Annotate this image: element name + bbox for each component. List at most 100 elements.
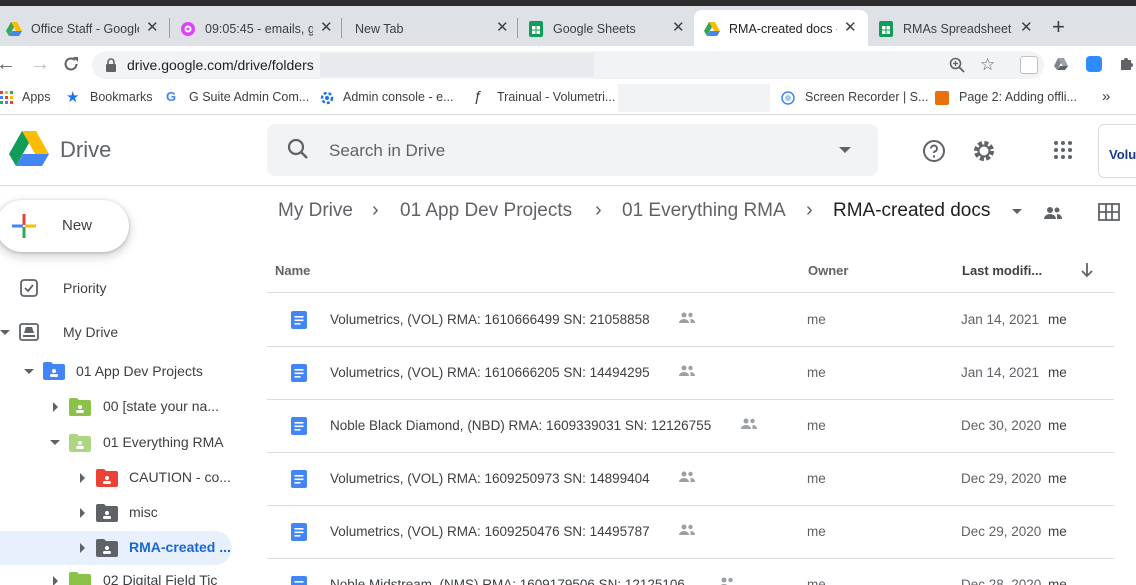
puzzle-icon[interactable] xyxy=(1118,56,1134,72)
browser-tab-active[interactable]: RMA-created docs - ✕ xyxy=(694,10,868,46)
file-row[interactable]: Volumetrics, (VOL) RMA: 1609250973 SN: 1… xyxy=(267,452,1114,506)
column-owner[interactable]: Owner xyxy=(808,263,848,278)
shared-folder-icon xyxy=(96,504,118,522)
tree-item-label: 00 [state your na... xyxy=(103,398,219,414)
file-modified-date: Dec 28, 2020 xyxy=(961,577,1042,585)
apps-grid-icon xyxy=(0,91,13,104)
breadcrumb-my-drive[interactable]: My Drive xyxy=(278,200,353,222)
expand-arrow-icon[interactable] xyxy=(53,402,58,412)
file-row[interactable]: Volumetrics, (VOL) RMA: 1610666499 SN: 2… xyxy=(267,293,1114,347)
file-row[interactable]: Noble Black Diamond, (NBD) RMA: 16093390… xyxy=(267,399,1114,453)
close-tab-icon[interactable]: ✕ xyxy=(672,19,685,37)
google-apps-icon[interactable] xyxy=(1054,141,1072,159)
bookmarks-overflow[interactable]: » xyxy=(1102,88,1110,105)
settings-gear-icon[interactable] xyxy=(971,138,997,164)
zoom-extension-icon[interactable] xyxy=(1086,56,1102,72)
tree-item[interactable]: 01 Everything RMA xyxy=(0,428,240,458)
new-button-label: New xyxy=(62,217,93,234)
shared-people-icon xyxy=(679,471,695,482)
omnibox[interactable]: drive.google.com/drive/folders ☆ xyxy=(92,51,1044,79)
sort-arrow-icon[interactable] xyxy=(1080,262,1094,278)
drive-title[interactable]: Drive xyxy=(60,137,111,163)
collapse-arrow-icon[interactable] xyxy=(0,330,10,335)
tree-item[interactable]: misc xyxy=(0,498,240,528)
organization-logo[interactable]: Volu xyxy=(1098,124,1136,178)
close-tab-icon[interactable]: ✕ xyxy=(320,19,333,37)
browser-tab[interactable]: RMAs Spreadsheet - ✕ xyxy=(868,10,1042,46)
tree-item[interactable]: 01 App Dev Projects xyxy=(0,357,240,387)
back-icon[interactable]: ← xyxy=(0,53,16,75)
collapse-arrow-icon[interactable] xyxy=(50,440,60,445)
sidebar-item-my-drive[interactable]: My Drive xyxy=(0,318,240,348)
close-tab-icon[interactable]: ✕ xyxy=(146,19,159,37)
bookmark-screen-recorder[interactable]: Screen Recorder | S... xyxy=(805,90,928,104)
breadcrumb-app-dev-projects[interactable]: 01 App Dev Projects xyxy=(400,200,572,222)
my-drive-icon xyxy=(19,323,39,341)
browser-tab[interactable]: Office Staff - Google ✕ xyxy=(0,10,170,46)
grid-view-icon[interactable] xyxy=(1098,203,1120,221)
bookmark-redacted xyxy=(618,84,770,112)
tree-item-selected[interactable]: RMA-created ... xyxy=(0,533,240,563)
shared-folder-icon xyxy=(96,539,118,557)
search-input[interactable]: Search in Drive xyxy=(329,141,445,161)
bookmark-bookmarks[interactable]: Bookmarks xyxy=(90,90,153,104)
drive-extension-icon[interactable] xyxy=(1053,56,1069,72)
google-doc-icon xyxy=(291,417,307,435)
column-name[interactable]: Name xyxy=(275,263,310,278)
forward-icon[interactable]: → xyxy=(30,53,50,75)
bookmark-apps[interactable]: Apps xyxy=(22,90,51,104)
search-bar[interactable]: Search in Drive xyxy=(267,124,878,176)
sidebar-item-priority[interactable]: Priority xyxy=(0,274,240,304)
tree-item[interactable]: CAUTION - co... xyxy=(0,463,240,493)
bookmark-gsuite-admin[interactable]: G Suite Admin Com... xyxy=(189,90,309,104)
help-icon[interactable] xyxy=(922,139,946,163)
expand-arrow-icon[interactable] xyxy=(80,543,85,553)
bookmark-page-2[interactable]: Page 2: Adding offli... xyxy=(959,90,1077,104)
file-row[interactable]: Noble Midstream, (NMS) RMA: 1609179506 S… xyxy=(267,558,1114,585)
screen-recorder-icon xyxy=(781,91,795,105)
sidebar-item-label: Priority xyxy=(63,280,107,296)
close-tab-icon[interactable]: ✕ xyxy=(496,19,509,37)
folder-menu-caret-icon[interactable] xyxy=(1012,209,1022,214)
expand-arrow-icon[interactable] xyxy=(80,508,85,518)
browser-tab[interactable]: 09:05:45 - emails, go ✕ xyxy=(170,10,342,46)
expand-arrow-icon[interactable] xyxy=(53,576,58,585)
star-icon: ★ xyxy=(66,89,80,106)
column-last-modified[interactable]: Last modifi... xyxy=(962,263,1042,278)
file-row[interactable]: Volumetrics, (VOL) RMA: 1610666205 SN: 1… xyxy=(267,346,1114,400)
drive-icon xyxy=(6,22,22,36)
bookmark-admin-console[interactable]: Admin console - e... xyxy=(343,90,453,104)
new-tab-icon[interactable]: + xyxy=(1052,15,1065,39)
url-text: drive.google.com/drive/folders xyxy=(127,57,314,73)
browser-tab[interactable]: Google Sheets ✕ xyxy=(518,10,694,46)
tree-item[interactable]: 00 [state your na... xyxy=(0,392,240,422)
close-tab-icon[interactable]: ✕ xyxy=(844,19,857,37)
timer-icon xyxy=(181,22,195,36)
close-tab-icon[interactable]: ✕ xyxy=(1020,19,1033,37)
breadcrumb-everything-rma[interactable]: 01 Everything RMA xyxy=(622,200,786,222)
file-modified-by: me xyxy=(1048,312,1067,327)
drive-logo-icon[interactable] xyxy=(9,131,49,167)
tab-title: Google Sheets xyxy=(553,22,636,36)
file-name: Volumetrics, (VOL) RMA: 1610666499 SN: 2… xyxy=(330,312,650,327)
window-top-band xyxy=(0,0,1136,6)
expand-arrow-icon[interactable] xyxy=(80,473,85,483)
browser-tab[interactable]: New Tab ✕ xyxy=(342,10,518,46)
bookmark-star-icon[interactable]: ☆ xyxy=(980,55,995,75)
search-icon[interactable] xyxy=(287,138,309,160)
google-doc-icon xyxy=(291,523,307,541)
collapse-arrow-icon[interactable] xyxy=(24,369,34,374)
shared-people-icon xyxy=(679,365,695,376)
search-options-icon[interactable] xyxy=(839,147,851,153)
tree-item[interactable]: 02 Digital Field Tic xyxy=(0,566,240,585)
url-redacted xyxy=(320,53,594,77)
file-row[interactable]: Volumetrics, (VOL) RMA: 1609250476 SN: 1… xyxy=(267,505,1114,559)
zoom-icon[interactable] xyxy=(949,57,965,73)
bookmark-trainual[interactable]: Trainual - Volumetri... xyxy=(497,90,615,104)
reload-icon[interactable] xyxy=(62,55,80,73)
extension-icon[interactable] xyxy=(1020,56,1038,74)
new-button[interactable]: New xyxy=(0,200,129,252)
file-name: Noble Midstream, (NMS) RMA: 1609179506 S… xyxy=(330,577,685,585)
shared-people-icon[interactable] xyxy=(1043,205,1063,221)
breadcrumb-current-folder[interactable]: RMA-created docs xyxy=(833,200,990,222)
